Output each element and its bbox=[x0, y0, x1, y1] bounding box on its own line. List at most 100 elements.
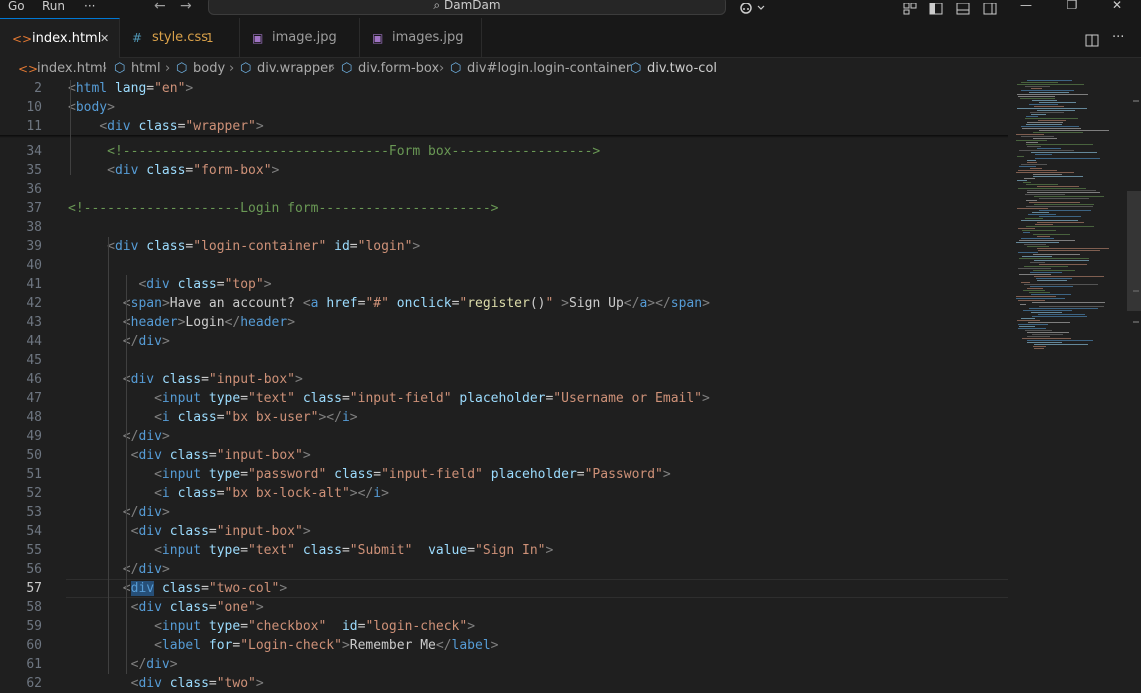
line-number: 46 bbox=[26, 372, 42, 387]
code-token: div bbox=[114, 239, 139, 254]
close-tab-icon[interactable]: ✕ bbox=[100, 19, 109, 59]
minimap-line bbox=[1018, 228, 1035, 229]
breadcrumb-item-current[interactable]: div.two-col bbox=[647, 58, 717, 80]
code-line[interactable]: <div class="one"> bbox=[68, 598, 264, 617]
code-line[interactable]: <div class="wrapper"> bbox=[68, 117, 263, 136]
code-token: < bbox=[99, 119, 108, 134]
code-line[interactable]: <!--------------------Login form--------… bbox=[68, 199, 498, 218]
scrollbar-thumb[interactable] bbox=[1127, 191, 1141, 311]
code-line[interactable]: <html lang="en"> bbox=[68, 79, 193, 98]
restore-window-button[interactable]: ❐ bbox=[1052, 0, 1092, 14]
breadcrumb-item[interactable]: body bbox=[193, 58, 225, 80]
copilot-icon[interactable] bbox=[740, 0, 768, 14]
toggle-secondary-sidebar-icon[interactable] bbox=[983, 0, 997, 15]
minimap-line bbox=[1031, 312, 1062, 313]
code-token: "en" bbox=[154, 81, 186, 96]
vertical-scrollbar[interactable] bbox=[1127, 80, 1141, 688]
minimap-line bbox=[1021, 318, 1035, 319]
tab-images-jpg[interactable]: ▣ images.jpg bbox=[360, 18, 482, 58]
tab-style-css[interactable]: # style.css 1 bbox=[120, 18, 240, 58]
code-token: > bbox=[169, 657, 178, 672]
breadcrumb-item[interactable]: html bbox=[131, 58, 161, 80]
code-token: lang bbox=[114, 81, 147, 96]
breadcrumb: <> index.html › ⬡ html › ⬡ body › ⬡ div.… bbox=[0, 58, 1141, 80]
breadcrumb-item[interactable]: index.html bbox=[37, 58, 106, 80]
code-line[interactable]: <span>Have an account? <a href="#" oncli… bbox=[68, 294, 710, 313]
toggle-primary-sidebar-icon[interactable] bbox=[929, 0, 943, 15]
code-token: class bbox=[177, 277, 217, 292]
breadcrumb-item[interactable]: div.wrapper bbox=[257, 58, 333, 80]
code-token: > bbox=[302, 448, 311, 463]
tab-label: images.jpg bbox=[392, 30, 464, 45]
code-line[interactable]: <div class="two-col"> bbox=[68, 579, 287, 598]
code-line[interactable]: <div class="input-box"> bbox=[68, 522, 311, 541]
line-number: 42 bbox=[26, 296, 42, 311]
code-line[interactable]: </div> bbox=[68, 560, 170, 579]
more-actions-icon[interactable]: ··· bbox=[1112, 18, 1124, 58]
line-number: 38 bbox=[26, 220, 42, 235]
menu-more[interactable]: ··· bbox=[84, 0, 95, 18]
minimap-line bbox=[1033, 270, 1075, 271]
close-window-button[interactable]: ✕ bbox=[1097, 0, 1137, 14]
code-line[interactable]: </div> bbox=[68, 655, 178, 674]
code-token: > bbox=[161, 429, 170, 444]
forward-arrow-icon[interactable]: → bbox=[180, 0, 192, 13]
menu-go[interactable]: Go bbox=[8, 0, 25, 18]
search-icon: ⌕ bbox=[433, 0, 441, 12]
code-line[interactable]: <div class="input-box"> bbox=[68, 446, 311, 465]
minimap-line bbox=[1028, 214, 1056, 215]
code-line[interactable]: <div class="top"> bbox=[68, 275, 271, 294]
code-token: = bbox=[467, 543, 476, 558]
code-token: > bbox=[341, 638, 350, 653]
back-arrow-icon[interactable]: ← bbox=[154, 0, 166, 13]
minimap[interactable] bbox=[1008, 80, 1128, 688]
customize-layout-icon[interactable] bbox=[903, 0, 917, 15]
split-editor-icon[interactable] bbox=[1085, 32, 1099, 47]
code-line[interactable]: <i class="bx bx-lock-alt"></i> bbox=[68, 484, 389, 503]
code-line[interactable]: </div> bbox=[68, 427, 170, 446]
code-line[interactable]: <body> bbox=[68, 98, 115, 117]
minimap-line bbox=[1038, 250, 1100, 251]
code-line[interactable]: <div class="login-container" id="login"> bbox=[68, 237, 420, 256]
minimap-line bbox=[1021, 90, 1074, 91]
minimap-line bbox=[1039, 264, 1087, 265]
minimap-line bbox=[1031, 88, 1042, 89]
minimap-line bbox=[1022, 256, 1052, 257]
minimap-line bbox=[1036, 278, 1072, 279]
code-line[interactable]: <input type="checkbox" id="login-check"> bbox=[68, 617, 475, 636]
code-line[interactable]: <div class="two"> bbox=[68, 674, 264, 693]
code-line[interactable]: </div> bbox=[68, 332, 170, 351]
code-token: value bbox=[428, 543, 468, 558]
breadcrumb-item[interactable]: div.form-box bbox=[358, 58, 439, 80]
code-token: div bbox=[130, 372, 155, 387]
minimap-line bbox=[1032, 100, 1057, 101]
code-line[interactable]: <header>Login</header> bbox=[68, 313, 295, 332]
code-token: > bbox=[271, 163, 280, 178]
minimap-line bbox=[1033, 234, 1070, 235]
breadcrumb-item[interactable]: div#login.login-container bbox=[467, 58, 631, 80]
code-line[interactable]: <div class="input-box"> bbox=[68, 370, 303, 389]
line-number: 2 bbox=[34, 81, 42, 96]
code-line[interactable]: <div class="form-box"> bbox=[68, 161, 279, 180]
code-line[interactable]: </div> bbox=[68, 503, 170, 522]
code-line[interactable]: <input type="text" class="input-field" p… bbox=[68, 389, 710, 408]
code-line[interactable]: <input type="password" class="input-fiel… bbox=[68, 465, 671, 484]
minimap-line bbox=[1033, 254, 1080, 255]
minimize-window-button[interactable]: — bbox=[1006, 0, 1046, 14]
toggle-panel-icon[interactable] bbox=[956, 0, 970, 15]
code-line[interactable]: <label for="Login-check">Remember Me</la… bbox=[68, 636, 498, 655]
minimap-line bbox=[1035, 158, 1100, 159]
code-line[interactable]: <input type="text" class="Submit" value=… bbox=[68, 541, 553, 560]
minimap-line bbox=[1026, 226, 1094, 227]
tab-index-html[interactable]: <> index.html ✕ bbox=[0, 18, 120, 58]
command-center-search[interactable]: ⌕ DamDam bbox=[208, 0, 726, 15]
code-token: div bbox=[138, 505, 162, 520]
code-line[interactable]: <i class="bx bx-user"></i> bbox=[68, 408, 358, 427]
menu-run[interactable]: Run bbox=[42, 0, 65, 18]
tab-image-jpg[interactable]: ▣ image.jpg bbox=[240, 18, 360, 58]
code-editor[interactable]: 2 <html lang="en"> 10 <body> 11 <div class="… bbox=[0, 79, 1008, 691]
code-line[interactable]: <!----------------------------------Form… bbox=[68, 142, 600, 161]
